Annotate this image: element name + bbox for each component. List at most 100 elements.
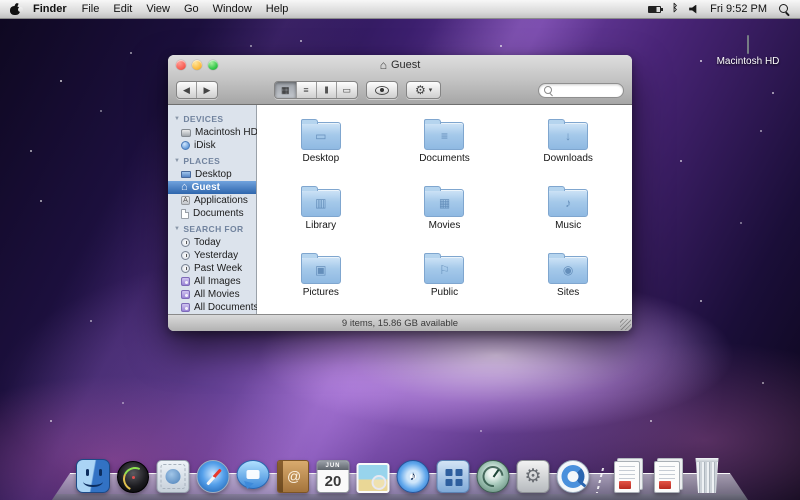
- folder-public[interactable]: ⚐ Public: [383, 243, 507, 310]
- folder-emblem: ⚐: [425, 257, 463, 283]
- disclosure-triangle-icon[interactable]: ▼: [174, 226, 180, 232]
- disclosure-triangle-icon[interactable]: ▼: [174, 158, 180, 164]
- music-note-icon: ♪: [410, 468, 417, 483]
- desktop-icon-label: Macintosh HD: [708, 56, 788, 67]
- back-button[interactable]: ◀: [177, 82, 197, 98]
- desktop: Finder File Edit View Go Window Help ᛒ F…: [0, 0, 800, 500]
- folder-label: Public: [431, 287, 458, 298]
- dock-ichat-icon[interactable]: [236, 457, 270, 493]
- dock-time-machine-icon[interactable]: [476, 457, 510, 493]
- status-bar: 9 items, 15.86 GB available: [168, 314, 632, 331]
- list-view-button[interactable]: ≡: [297, 82, 317, 98]
- folder-music[interactable]: ♪ Music: [506, 176, 630, 243]
- menu-view[interactable]: View: [146, 3, 170, 15]
- folder-icon: ◉: [548, 256, 588, 284]
- folder-emblem: ◉: [549, 257, 587, 283]
- folder-icon: ↓: [548, 122, 588, 150]
- folder-label: Library: [306, 220, 337, 231]
- folder-grid: ▭ Desktop ≡ Documents ↓ Downloads ▥ Libr…: [257, 105, 632, 314]
- apple-menu-icon[interactable]: [10, 3, 21, 16]
- search-input[interactable]: [553, 84, 623, 97]
- disclosure-triangle-icon[interactable]: ▼: [174, 116, 180, 122]
- coverflow-view-button[interactable]: ▭: [337, 82, 358, 98]
- folder-icon: ▥: [301, 189, 341, 217]
- dock-spaces-icon[interactable]: [436, 457, 470, 493]
- sidebar-item-past-week[interactable]: Past Week: [168, 262, 256, 275]
- folder-label: Sites: [557, 287, 579, 298]
- menu-file[interactable]: File: [82, 3, 100, 15]
- sidebar-item-label: Applications: [194, 195, 248, 206]
- sidebar: ▼ DEVICES Macintosh HD iDisk ▼ PLACES De…: [168, 105, 257, 314]
- dock-quicktime-icon[interactable]: [556, 457, 590, 493]
- folder-sites[interactable]: ◉ Sites: [506, 243, 630, 310]
- desktop-icon-macintosh-hd[interactable]: Macintosh HD: [708, 36, 788, 67]
- home-icon: ⌂: [181, 183, 188, 192]
- sidebar-item-all-movies[interactable]: All Movies: [168, 288, 256, 301]
- folder-icon: ▭: [301, 122, 341, 150]
- dock-address-book-icon[interactable]: [276, 457, 310, 493]
- section-label: DEVICES: [183, 114, 223, 124]
- sidebar-item-today[interactable]: Today: [168, 236, 256, 249]
- forward-button[interactable]: ▶: [197, 82, 217, 98]
- folder-documents[interactable]: ≡ Documents: [383, 109, 507, 176]
- dock-ical-icon[interactable]: JUN 20: [316, 457, 350, 493]
- menu-help[interactable]: Help: [266, 3, 289, 15]
- bluetooth-icon[interactable]: ᛒ: [672, 4, 678, 14]
- dock-system-preferences-icon[interactable]: ⚙: [516, 457, 550, 493]
- action-menu-button[interactable]: ⚙ ▾: [406, 81, 441, 99]
- window-title-text: Guest: [391, 59, 420, 71]
- folder-movies[interactable]: ▦ Movies: [383, 176, 507, 243]
- dock-preview-icon[interactable]: [356, 457, 390, 493]
- title-bar[interactable]: ⌂ Guest: [168, 55, 632, 75]
- folder-desktop[interactable]: ▭ Desktop: [259, 109, 383, 176]
- dock-itunes-icon[interactable]: ♪: [396, 457, 430, 493]
- sidebar-item-idisk[interactable]: iDisk: [168, 139, 256, 152]
- spotlight-icon[interactable]: [778, 3, 790, 15]
- menu-go[interactable]: Go: [184, 3, 199, 15]
- sidebar-item-guest[interactable]: ⌂ Guest: [168, 181, 256, 194]
- quick-look-button[interactable]: [366, 81, 398, 99]
- folder-emblem: ▣: [302, 257, 340, 283]
- battery-icon[interactable]: [648, 6, 661, 13]
- dock-pdf-stack-icon[interactable]: [650, 457, 684, 493]
- dock-documents-stack-icon[interactable]: [610, 457, 644, 493]
- sidebar-item-documents[interactable]: Documents: [168, 207, 256, 220]
- home-icon: ⌂: [380, 59, 387, 71]
- toolbar: ◀ ▶ ▦ ≡ ||| ▭ ⚙ ▾: [168, 75, 632, 105]
- sidebar-item-yesterday[interactable]: Yesterday: [168, 249, 256, 262]
- search-field[interactable]: [538, 83, 624, 98]
- menu-edit[interactable]: Edit: [113, 3, 132, 15]
- sidebar-item-all-images[interactable]: All Images: [168, 275, 256, 288]
- dock-safari-icon[interactable]: [196, 457, 230, 493]
- sidebar-item-macintosh-hd[interactable]: Macintosh HD: [168, 126, 256, 139]
- menu-bar-clock[interactable]: Fri 9:52 PM: [710, 3, 767, 15]
- dock-items: JUN 20 ♪ ⚙: [76, 457, 724, 493]
- chevron-down-icon: ▾: [429, 86, 433, 94]
- dock-dashboard-icon[interactable]: [116, 457, 150, 493]
- view-control: ▦ ≡ ||| ▭: [274, 81, 358, 99]
- smart-folder-icon: [181, 277, 190, 286]
- folder-library[interactable]: ▥ Library: [259, 176, 383, 243]
- sidebar-section-search-for: ▼ SEARCH FOR: [168, 220, 256, 236]
- clock-icon: [181, 251, 190, 260]
- resize-grip[interactable]: [620, 319, 631, 330]
- folder-emblem: ≡: [425, 123, 463, 149]
- volume-icon[interactable]: [689, 5, 699, 14]
- folder-emblem: ▦: [425, 190, 463, 216]
- sidebar-item-all-documents[interactable]: All Documents: [168, 301, 256, 314]
- sidebar-item-applications[interactable]: Applications: [168, 194, 256, 207]
- icon-view-button[interactable]: ▦: [275, 82, 297, 98]
- clock-icon: [181, 264, 190, 273]
- folder-downloads[interactable]: ↓ Downloads: [506, 109, 630, 176]
- menu-window[interactable]: Window: [213, 3, 252, 15]
- sidebar-item-desktop[interactable]: Desktop: [168, 168, 256, 181]
- menu-finder[interactable]: Finder: [33, 3, 67, 15]
- folder-label: Documents: [419, 153, 470, 164]
- column-view-button[interactable]: |||: [317, 82, 337, 98]
- folder-pictures[interactable]: ▣ Pictures: [259, 243, 383, 310]
- dock-finder-icon[interactable]: [76, 457, 110, 493]
- dock-trash-icon[interactable]: [690, 457, 724, 493]
- desktop-icon: [181, 171, 191, 178]
- ical-month: JUN: [318, 461, 349, 470]
- dock-mail-icon[interactable]: [156, 457, 190, 493]
